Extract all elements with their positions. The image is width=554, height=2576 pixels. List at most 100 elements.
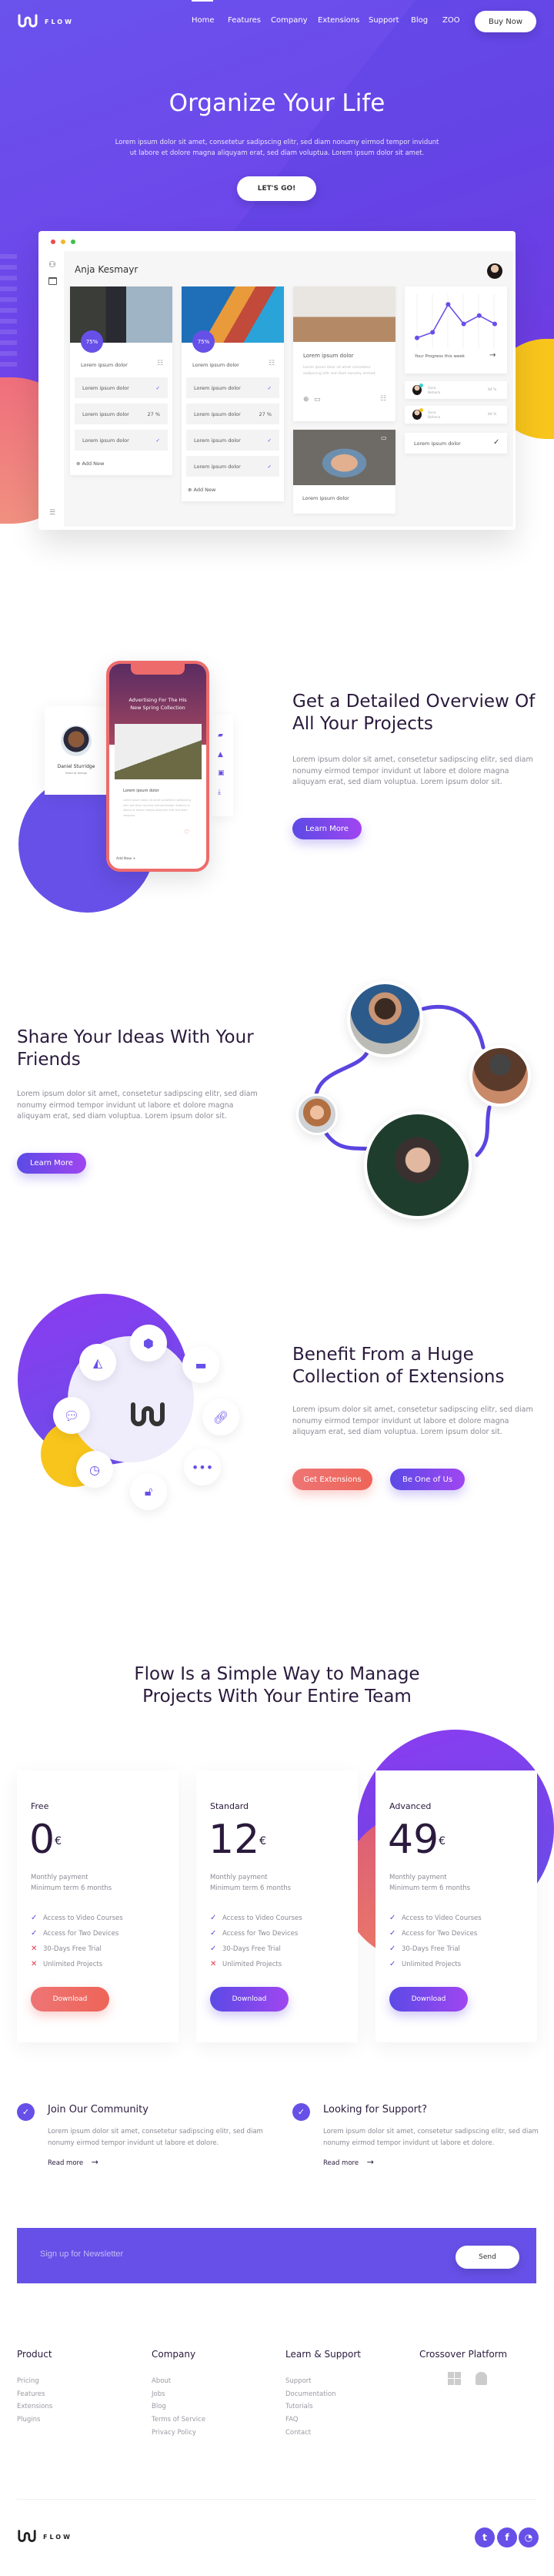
heart-icon[interactable]: ♡ bbox=[184, 829, 189, 836]
task-row[interactable]: Lorem ipsum dolor ✓ bbox=[75, 377, 168, 398]
todo-card[interactable]: Lorem ipsum dolor ✓ bbox=[405, 433, 507, 454]
footer-link[interactable]: Terms of Service bbox=[152, 2416, 205, 2424]
cross-icon: ✕ bbox=[31, 1960, 38, 1968]
buy-now-button[interactable]: Buy Now bbox=[475, 11, 536, 32]
person-row[interactable]: Sara Behara 84 % bbox=[405, 406, 507, 424]
task-row[interactable]: Lorem ipsum dolor ✓ bbox=[186, 456, 279, 477]
chat-extension-icon[interactable]: 💬︎ bbox=[53, 1397, 90, 1434]
paint-bucket-extension-icon[interactable]: ◭ bbox=[79, 1344, 116, 1381]
window-minimize-dot bbox=[61, 240, 65, 244]
nav-home[interactable]: Home bbox=[192, 16, 215, 25]
footer-link[interactable]: Extensions bbox=[17, 2403, 52, 2410]
overview-learn-more-button[interactable]: Learn More bbox=[292, 818, 362, 839]
users-icon[interactable]: ⚇ bbox=[48, 260, 56, 270]
plan-download-button[interactable]: Download bbox=[389, 1987, 468, 2012]
phone-photo-watch-coffee bbox=[115, 724, 202, 779]
read-more-link[interactable]: Read more → bbox=[323, 2157, 374, 2167]
newsletter-send-button[interactable]: Send bbox=[456, 2246, 519, 2269]
footer-link[interactable]: Privacy Policy bbox=[152, 2429, 196, 2437]
lets-go-button[interactable]: LET'S GO! bbox=[237, 176, 316, 201]
nav-zoo[interactable]: ZOO bbox=[442, 16, 460, 25]
menu-icon[interactable]: ☰ bbox=[49, 509, 55, 517]
facebook-icon[interactable]: f bbox=[497, 2527, 517, 2548]
footer-link[interactable]: Documentation bbox=[285, 2390, 336, 2398]
plan-download-button[interactable]: Download bbox=[210, 1987, 289, 2012]
bell-icon[interactable]: ▲ bbox=[218, 751, 223, 759]
download-icon[interactable]: ⤓ bbox=[218, 789, 221, 796]
get-extensions-button[interactable]: Get Extensions bbox=[292, 1469, 372, 1490]
footer-link[interactable]: Blog bbox=[152, 2403, 166, 2410]
chart-point bbox=[430, 330, 436, 335]
android-icon[interactable] bbox=[476, 2372, 487, 2385]
unlock-extension-icon[interactable]: 🔓︎ bbox=[130, 1473, 167, 1510]
footer-link[interactable]: Plugins bbox=[17, 2416, 40, 2424]
hero-stripes-decoration bbox=[0, 254, 17, 370]
plan-download-button[interactable]: Download bbox=[31, 1987, 109, 2012]
newsletter-email-input[interactable] bbox=[40, 2249, 348, 2259]
logo[interactable]: FLOW bbox=[17, 14, 74, 29]
comment-icon[interactable]: ▭ bbox=[381, 434, 387, 441]
friend-avatar-woman-glasses[interactable] bbox=[364, 1111, 472, 1219]
nav-features[interactable]: Features bbox=[228, 16, 261, 25]
settings-sliders-icon[interactable]: ☷ bbox=[269, 360, 275, 367]
arrow-right-icon[interactable]: → bbox=[489, 351, 496, 360]
footer-link[interactable]: About bbox=[152, 2377, 171, 2385]
friend-avatar-woman-curly-hair[interactable] bbox=[347, 981, 423, 1057]
task-row[interactable]: Lorem ipsum dolor ✓ bbox=[186, 430, 279, 451]
user-avatar[interactable] bbox=[487, 263, 502, 279]
footer-link[interactable]: Tutorials bbox=[285, 2403, 313, 2410]
footer-link[interactable]: Pricing bbox=[17, 2377, 39, 2385]
comment-icon[interactable]: ▭ bbox=[314, 396, 321, 404]
info-text-line-1: Lorem ipsum dolor sit amet, consetetur s… bbox=[48, 2128, 263, 2136]
person-row[interactable]: Sara Behara 84 % bbox=[405, 381, 507, 399]
friend-avatar-man-cap[interactable] bbox=[469, 1045, 531, 1107]
task-label: Lorem ipsum dolor bbox=[194, 384, 241, 391]
nav-support[interactable]: Support bbox=[369, 16, 399, 25]
footer-platform-title: Crossover Platform bbox=[419, 2349, 508, 2360]
add-new-button[interactable]: ⊕ Add New bbox=[188, 487, 215, 493]
add-new-button[interactable]: ⊕ Add New bbox=[76, 461, 104, 467]
hexagon-extension-icon[interactable]: ⬢ bbox=[130, 1325, 167, 1362]
note-card: Lorem ipsum dolor Lorem ipsum dolor sit … bbox=[293, 286, 395, 421]
link-extension-icon[interactable]: 🔗︎ bbox=[202, 1399, 239, 1435]
settings-sliders-icon[interactable]: ☷ bbox=[157, 360, 163, 367]
settings-sliders-icon[interactable]: ☷ bbox=[380, 395, 386, 403]
share-learn-more-button[interactable]: Learn More bbox=[17, 1153, 86, 1174]
footer-link[interactable]: Support bbox=[285, 2377, 312, 2385]
github-icon[interactable]: ◔ bbox=[519, 2527, 539, 2548]
calendar-icon[interactable] bbox=[48, 277, 57, 285]
more-dots-extension-icon[interactable]: ••• bbox=[184, 1449, 221, 1486]
phone-add-new[interactable]: Add New + bbox=[116, 857, 135, 861]
be-one-of-us-button[interactable]: Be One of Us bbox=[390, 1469, 465, 1490]
nav-blog[interactable]: Blog bbox=[411, 16, 428, 25]
chart-point bbox=[446, 302, 451, 307]
task-row[interactable]: Lorem ipsum dolor 27 % bbox=[75, 404, 168, 424]
footer-link[interactable]: Features bbox=[17, 2390, 45, 2398]
footer-link[interactable]: FAQ bbox=[285, 2416, 298, 2424]
windows-icon[interactable] bbox=[448, 2372, 461, 2385]
add-new-label: Add New bbox=[193, 487, 216, 493]
nav-extensions[interactable]: Extensions bbox=[318, 16, 359, 25]
read-more-link[interactable]: Read more → bbox=[48, 2157, 98, 2167]
user-name: Anja Kesmayr bbox=[75, 264, 138, 275]
plan-currency: € bbox=[439, 1835, 446, 1847]
clock-extension-icon[interactable]: ◷ bbox=[76, 1451, 113, 1488]
add-circle-icon[interactable]: ⊕ bbox=[303, 396, 309, 404]
overview-title-line-2: All Your Projects bbox=[292, 714, 433, 734]
chat-icon[interactable]: ▰ bbox=[218, 732, 223, 739]
calendar-icon[interactable]: ▣ bbox=[218, 769, 225, 777]
stack-extension-icon[interactable]: ▬ bbox=[182, 1346, 219, 1383]
hero-text-line-2: ut labore et dolore magna aliquyam erat,… bbox=[129, 149, 425, 157]
twitter-icon[interactable]: t bbox=[475, 2527, 495, 2548]
task-row[interactable]: Lorem ipsum dolor ✓ bbox=[75, 430, 168, 451]
task-row[interactable]: Lorem ipsum dolor ✓ bbox=[186, 377, 279, 398]
check-icon: ✓ bbox=[267, 463, 272, 470]
nav-company[interactable]: Company bbox=[271, 16, 308, 25]
footer-link[interactable]: Jobs bbox=[152, 2390, 165, 2398]
friend-avatar-woman-sunglasses[interactable] bbox=[296, 1094, 338, 1135]
task-row[interactable]: Lorem ipsum dolor 27 % bbox=[186, 404, 279, 424]
pricing-card-standard: Standard 12€ Monthly payment Minimum ter… bbox=[196, 1770, 358, 2042]
footer-logo[interactable]: FLOW bbox=[17, 2529, 72, 2544]
footer-link[interactable]: Contact bbox=[285, 2429, 311, 2437]
phone-card-title: Lorem ipsum dolor bbox=[123, 789, 159, 793]
